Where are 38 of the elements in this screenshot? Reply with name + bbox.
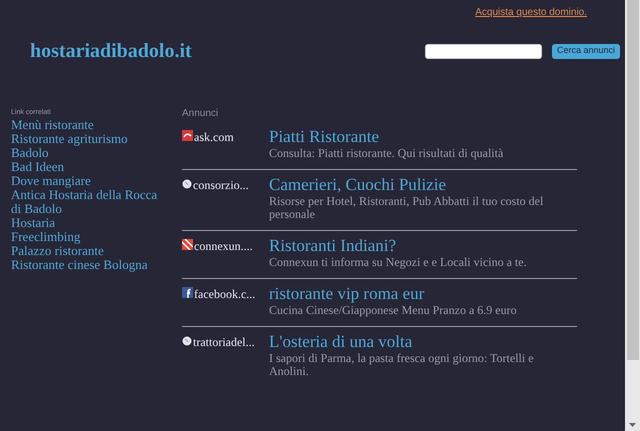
ad-title[interactable]: L'osteria di una volta <box>269 332 549 352</box>
search-button[interactable]: Cerca annunci <box>552 44 620 58</box>
ad-description: Cucina Cinese/Giapponese Menu Pranzo a 6.9 euro <box>269 304 518 317</box>
buy-domain-link[interactable]: Acquista questo dominio. <box>475 5 587 20</box>
related-link[interactable]: Ristorante agriturismo <box>11 132 162 146</box>
ad-description: Connexun ti informa su Negozi e e Locali vicino a te. <box>269 256 528 269</box>
related-link[interactable]: Freeclimbing <box>11 230 162 244</box>
ad-title[interactable]: Piatti Ristorante <box>269 127 549 147</box>
ad-title[interactable]: ristorante vip roma eur <box>269 284 549 304</box>
ad-source: consorzio... <box>193 177 249 194</box>
ad-description: I sapori di Parma, la pasta fresca ogni giorno: Tortelli e Anolini. <box>269 352 535 378</box>
search-field[interactable] <box>424 44 542 58</box>
ad-source: connexun.... <box>194 238 253 255</box>
related-link[interactable]: Badolo <box>11 146 162 160</box>
ad-title[interactable]: Ristoranti Indiani? <box>269 236 549 256</box>
ad-title[interactable]: Camerieri, Cuochi Pulizie <box>269 175 549 195</box>
scroll-down-icon[interactable] <box>629 423 636 427</box>
related-link[interactable]: Antica Hostaria della Rocca di Badolo <box>11 188 162 216</box>
scrollbar-thumb[interactable] <box>626 0 638 360</box>
ad-description: Consulta: Piatti ristorante. Qui risultati di qualità <box>269 147 504 160</box>
related-link[interactable]: Dove mangiare <box>11 174 162 188</box>
ad-description: Risorse per Hotel, Ristoranti, Pub Abbatti il tuo costo del personale <box>269 195 544 221</box>
site-logo: hostariadibadolo.it <box>30 39 192 64</box>
striped-square-icon <box>182 239 193 250</box>
ads-heading: Annunci <box>182 107 220 121</box>
related-link[interactable]: Hostaria <box>11 216 162 230</box>
related-link[interactable]: Palazzo ristorante <box>11 244 162 258</box>
scrollbar[interactable] <box>625 0 640 431</box>
related-link[interactable]: Ristorante cinese Bologna <box>11 258 162 272</box>
related-link[interactable]: Bad Ideen <box>11 160 162 174</box>
f-letter-icon <box>182 287 193 298</box>
curve-logo-icon <box>182 130 193 141</box>
ad-source: trattoriadel... <box>193 334 255 351</box>
ad-source: ask.com <box>194 129 234 146</box>
globe-icon <box>182 179 192 189</box>
globe-icon <box>182 336 192 346</box>
related-link[interactable]: Menù ristorante <box>11 118 162 132</box>
ad-source: facebook.c... <box>194 286 256 303</box>
